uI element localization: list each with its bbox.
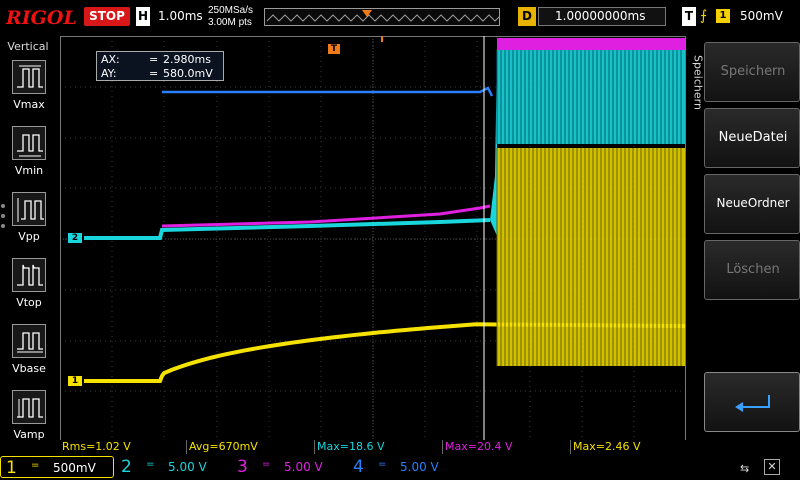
timebase-value[interactable]: 1.00ms — [158, 9, 203, 23]
channel-number: 4 — [353, 457, 364, 477]
vmin-icon — [12, 126, 46, 160]
measure-panel: Vertical Vmax Vmin Vpp Vtop Vbase Vamp — [0, 36, 60, 456]
measure-vmax[interactable]: Vmax — [6, 58, 52, 118]
memory-overview-waveform — [266, 10, 500, 22]
channel-number: 1 — [6, 458, 17, 478]
softkey-loeschen[interactable]: Löschen — [704, 240, 800, 300]
coupling-icon: = — [262, 459, 271, 470]
measure-label: Vamp — [13, 428, 45, 441]
waveform-canvas — [60, 36, 686, 442]
measure-label: Vtop — [16, 296, 42, 309]
channel-2-box[interactable]: 2 = 5.00 V — [116, 456, 230, 478]
measure-vpp[interactable]: Vpp — [6, 190, 52, 250]
measure-rms[interactable]: Rms=1.02 V — [60, 440, 131, 454]
trigger-position-marker[interactable]: T — [328, 44, 340, 54]
trigger-source: 1 — [716, 9, 730, 23]
softkey-menu: Speichern Speichern NeueDatei NeueOrdner… — [686, 36, 800, 454]
softkey-neueordner[interactable]: NeueOrdner — [704, 174, 800, 234]
channel-3-box[interactable]: 3 = 5.00 V — [232, 456, 346, 478]
measure-vmin[interactable]: Vmin — [6, 124, 52, 184]
measure-vbase[interactable]: Vbase — [6, 322, 52, 382]
vamp-icon — [12, 390, 46, 424]
run-stop-badge[interactable]: STOP — [84, 7, 130, 26]
sample-info: 250MSa/s 3.00M pts — [208, 5, 253, 29]
sample-rate: 250MSa/s — [208, 5, 254, 16]
measure-max-ch1[interactable]: Max=2.46 V — [570, 440, 640, 454]
delay-value[interactable]: 1.00000000ms — [538, 7, 666, 26]
channel-scale: 500mV — [53, 461, 96, 475]
cursor-ay-eq: = — [149, 67, 159, 80]
top-status-bar: RIGOL STOP H 1.00ms 250MSa/s 3.00M pts D… — [0, 0, 800, 36]
cursor-readout: AX: = 2.980ms AY: = 580.0mV — [96, 51, 224, 81]
channel-scale: 5.00 V — [168, 460, 207, 474]
delay-badge: D — [518, 7, 536, 26]
measure-vtop[interactable]: Vtop — [6, 256, 52, 316]
ch1-burst — [496, 148, 685, 366]
channel-scale: 5.00 V — [400, 460, 439, 474]
measure-panel-title: Vertical — [7, 40, 49, 53]
vtop-icon — [12, 258, 46, 292]
measure-avg[interactable]: Avg=670mV — [186, 440, 258, 454]
return-arrow-icon — [735, 395, 770, 412]
measure-label: Vmin — [14, 164, 44, 177]
rising-edge-icon: ⨍ — [700, 8, 708, 24]
menu-title: Speichern — [691, 55, 705, 110]
channel-bar: 1 = 500mV 2 = 5.00 V 3 = 5.00 V 4 = 5.00… — [0, 454, 800, 480]
speaker-mute-icon[interactable]: ✕ — [764, 459, 780, 475]
trigger-level[interactable]: 500mV — [740, 9, 783, 23]
waveform-display[interactable]: 1 2 T T — [60, 36, 700, 442]
coupling-icon: = — [31, 460, 40, 471]
cursor-ax-label: AX: — [101, 53, 120, 66]
softkey-neuedatei[interactable]: NeueDatei — [704, 108, 800, 168]
ch1-offset-marker[interactable]: 1 — [68, 376, 82, 386]
cursor-ax-eq: = — [149, 53, 159, 66]
measure-label: Vmax — [13, 98, 45, 111]
coupling-icon: = — [146, 459, 155, 470]
channel-scale: 5.00 V — [284, 460, 323, 474]
memory-overview[interactable] — [264, 8, 500, 26]
brand-logo: RIGOL — [6, 7, 77, 29]
softkey-back[interactable] — [704, 372, 800, 432]
softkey-speichern[interactable]: Speichern — [704, 42, 800, 102]
horizontal-badge: H — [136, 7, 150, 26]
measure-max-ch2[interactable]: Max=18.6 V — [314, 440, 384, 454]
vpp-icon — [12, 192, 46, 226]
measure-vamp[interactable]: Vamp — [6, 388, 52, 448]
vmax-icon — [12, 60, 46, 94]
usb-icon: ⇆ — [740, 462, 750, 475]
page-dots — [1, 204, 5, 234]
coupling-icon: = — [378, 459, 387, 470]
trigger-badge: T — [682, 7, 696, 26]
measure-max-ch3[interactable]: Max=20.4 V — [442, 440, 512, 454]
channel-4-box[interactable]: 4 = 5.00 V — [348, 456, 462, 478]
channel-number: 3 — [237, 457, 248, 477]
cursor-ax-value: 2.980ms — [163, 53, 211, 66]
vbase-icon — [12, 324, 46, 358]
cursor-ay-value: 580.0mV — [163, 67, 213, 80]
ch2-burst — [496, 50, 685, 144]
memory-depth: 3.00M pts — [208, 17, 252, 28]
ch3-burst — [497, 38, 685, 50]
measure-label: Vpp — [18, 230, 40, 243]
cursor-ay-label: AY: — [101, 67, 117, 80]
ch2-offset-marker[interactable]: 2 — [68, 233, 82, 243]
channel-1-box[interactable]: 1 = 500mV — [0, 456, 114, 478]
measure-label: Vbase — [12, 362, 46, 375]
channel-number: 2 — [121, 457, 132, 477]
measurement-bar: Rms=1.02 V Avg=670mV Max=18.6 V Max=20.4… — [60, 440, 686, 454]
